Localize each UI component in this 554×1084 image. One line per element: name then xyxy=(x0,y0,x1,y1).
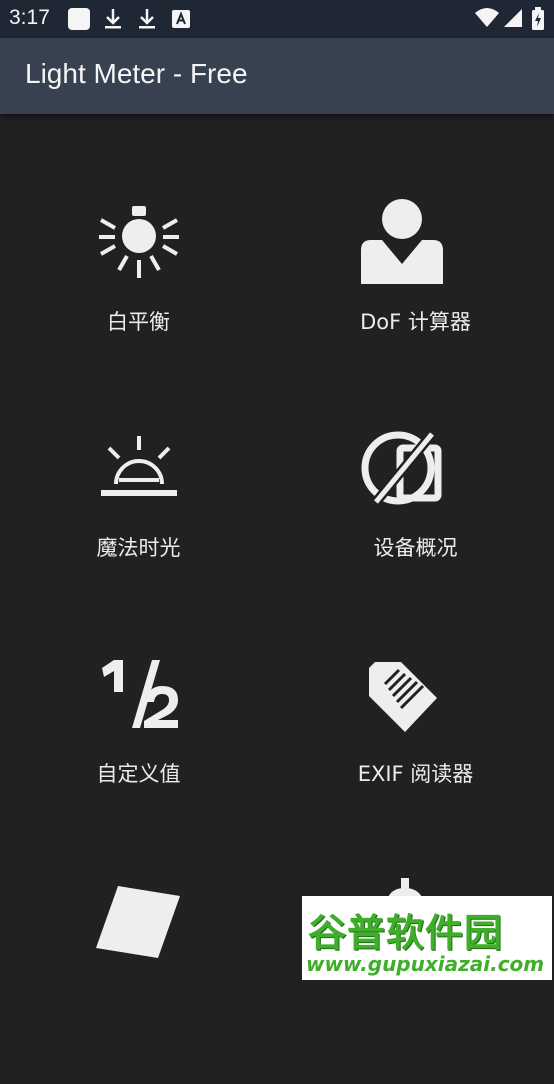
device-profile-label: 设备概况 xyxy=(373,536,458,560)
notification-square-icon xyxy=(67,7,91,35)
magic-hour-button[interactable]: 魔法时光 xyxy=(0,406,277,632)
download-icon xyxy=(102,7,124,35)
exif-reader-button[interactable]: EXIF 阅读器 xyxy=(277,632,554,858)
custom-value-label: 自定义值 xyxy=(96,762,181,786)
status-bar: 3:17 xyxy=(0,0,554,38)
exif-reader-label: EXIF 阅读器 xyxy=(357,762,474,786)
dof-calculator-label: DoF 计算器 xyxy=(360,310,471,334)
magic-hour-label: 魔法时光 xyxy=(96,536,181,560)
device-profile-icon xyxy=(361,430,442,506)
dof-calculator-button[interactable]: DoF 计算器 xyxy=(277,180,554,406)
tag-icon xyxy=(369,662,437,732)
app-notification-icon xyxy=(170,7,192,35)
download-icon xyxy=(136,7,158,35)
app-bar: Light Meter - Free xyxy=(0,38,554,114)
card-icon xyxy=(96,886,180,958)
person-icon xyxy=(361,199,443,284)
wifi-icon xyxy=(474,7,500,33)
battery-icon xyxy=(531,7,545,35)
device-profile-button[interactable]: 设备概况 xyxy=(277,406,554,632)
lightbulb-icon xyxy=(99,206,179,278)
app-title: Light Meter - Free xyxy=(25,58,248,89)
card-tool-button[interactable] xyxy=(0,858,277,1084)
status-time: 3:17 xyxy=(9,6,50,29)
custom-value-button[interactable]: 自定义值 xyxy=(0,632,277,858)
signal-icon xyxy=(503,7,523,33)
watermark-text: 谷普软件园 xyxy=(308,911,504,955)
white-balance-button[interactable]: 白平衡 xyxy=(0,180,277,406)
one-half-icon xyxy=(102,660,178,728)
watermark-url: www.gupuxiazai.com xyxy=(306,952,545,976)
watermark: 谷普软件园 www.gupuxiazai.com xyxy=(302,896,552,980)
sunrise-icon xyxy=(101,436,177,496)
white-balance-label: 白平衡 xyxy=(107,310,170,334)
